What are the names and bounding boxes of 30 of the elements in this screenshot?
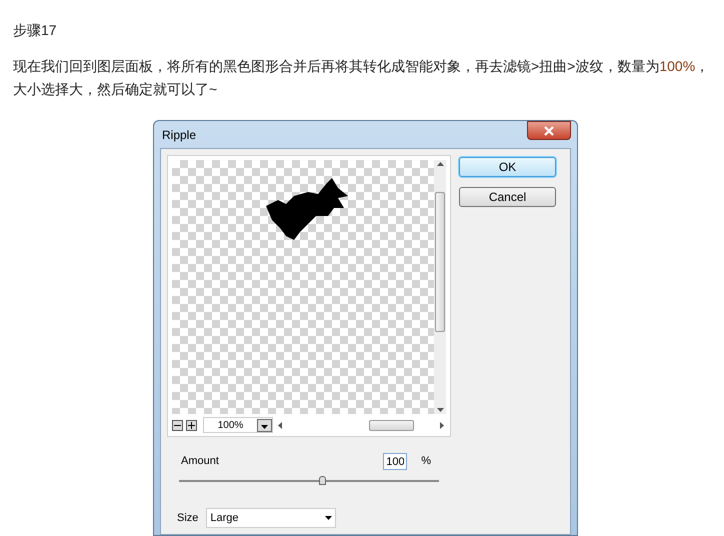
instruction-paragraph: 现在我们回到图层面板，将所有的黑色图形合并后再将其转化成智能对象，再去滤镜>扭曲>波纹，数量为100%，大小选择大，然后确定就可以了~: [13, 57, 710, 99]
zoom-field[interactable]: 100%: [203, 417, 273, 433]
down-arrow-icon: [436, 408, 444, 412]
percent-label: %: [421, 454, 431, 470]
horizontal-scrollbar[interactable]: [276, 419, 446, 431]
vertical-scrollbar[interactable]: [434, 160, 446, 414]
slider-thumb[interactable]: [319, 476, 326, 485]
scroll-thumb[interactable]: [435, 192, 445, 332]
close-button[interactable]: [527, 121, 571, 140]
caret-icon: [261, 424, 268, 428]
minus-icon: [174, 424, 181, 426]
size-label: Size: [177, 510, 198, 526]
zoom-out-button[interactable]: [172, 420, 183, 430]
size-dropdown[interactable]: Large: [206, 508, 336, 528]
right-arrow-icon: [440, 422, 444, 428]
caret-icon: [325, 516, 332, 520]
up-arrow-icon: [436, 162, 444, 166]
left-arrow-icon: [278, 422, 282, 428]
dialog-button[interactable]: OK: [459, 157, 556, 177]
dialog-button[interactable]: Cancel: [459, 187, 556, 207]
plus-icon: [188, 422, 195, 428]
window-title: Ripple: [162, 126, 196, 144]
close-icon: [544, 126, 554, 136]
scroll-thumb[interactable]: [368, 420, 414, 430]
step-heading: 步骤17: [13, 21, 57, 40]
amount-slider[interactable]: [179, 476, 439, 486]
dropdown-button[interactable]: [257, 418, 272, 432]
amount-input[interactable]: 100: [383, 453, 408, 470]
zoom-in-button[interactable]: [186, 420, 197, 430]
amount-label: Amount: [181, 454, 219, 470]
